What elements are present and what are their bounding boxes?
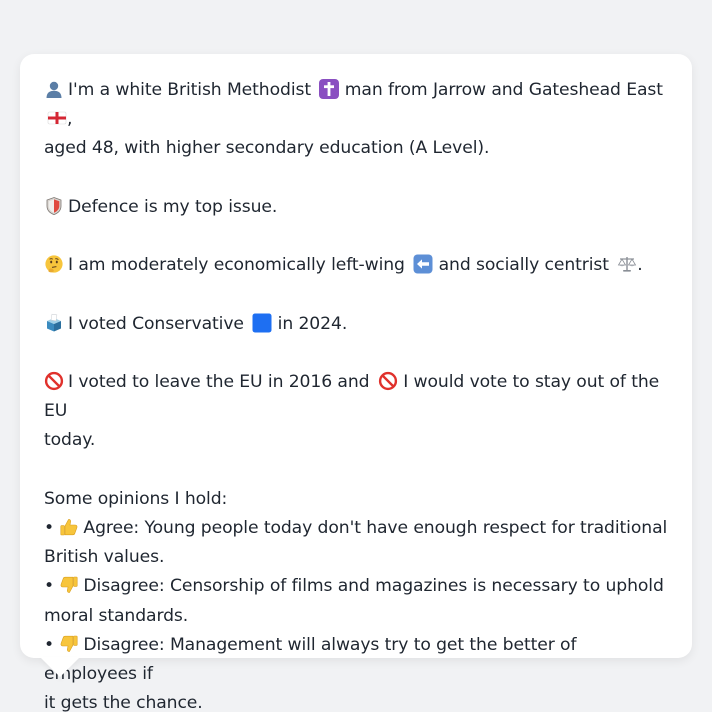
opinion-text-2: British values.	[44, 547, 165, 568]
vote-2024-paragraph: I voted Conservative in 2024.	[44, 310, 668, 339]
thumbs-down-icon	[59, 575, 79, 595]
bubble-tail	[40, 657, 80, 677]
opinion-text-1: Young people today don't have enough res…	[144, 517, 668, 538]
opinion-text-2: moral standards.	[44, 605, 189, 626]
message-bubble: I'm a white British Methodist man from J…	[20, 54, 692, 712]
person-silhouette-icon	[44, 79, 64, 99]
bullet: •	[44, 517, 55, 538]
eu-text-3: today.	[44, 430, 96, 451]
thinking-face-icon	[44, 254, 64, 274]
opinions-heading: Some opinions I hold:	[44, 488, 228, 509]
opinion-label: Disagree:	[83, 634, 165, 655]
ideology-text-2: and socially centrist	[438, 255, 609, 276]
prohibited-icon	[378, 371, 398, 391]
identity-text-2: man from Jarrow and Gateshead East	[344, 80, 663, 100]
top-issue-paragraph: Defence is my top issue.	[44, 193, 668, 222]
opinion-text-1: Censorship of films and magazines is nec…	[169, 576, 664, 597]
shield-icon	[44, 196, 64, 216]
thumbs-down-icon	[59, 634, 79, 654]
page: I'm a white British Methodist man from J…	[0, 0, 712, 712]
ideology-text-1: I am moderately economically left-wing	[68, 255, 405, 276]
ideology-paragraph: I am moderately economically left-wing a…	[44, 251, 668, 280]
identity-text-3: ,	[67, 109, 73, 130]
opinion-item: • Disagree: Management will always try t…	[44, 631, 668, 712]
bullet: •	[44, 576, 55, 597]
identity-text-1: I'm a white British Methodist	[68, 80, 311, 100]
bullet: •	[44, 634, 55, 655]
latin-cross-icon	[319, 79, 340, 99]
opinion-item: • Disagree: Censorship of films and maga…	[44, 572, 668, 630]
ballot-box-icon	[44, 313, 64, 333]
eu-paragraph: I voted to leave the EU in 2016 and I wo…	[44, 368, 668, 456]
opinion-label: Disagree:	[83, 576, 165, 597]
vote-2024-text-2: in 2024.	[277, 313, 348, 334]
identity-paragraph: I'm a white British Methodist man from J…	[44, 76, 668, 164]
vote-2024-text-1: I voted Conservative	[68, 313, 244, 334]
thumbs-up-icon	[59, 517, 79, 537]
balance-scale-icon	[617, 254, 637, 274]
england-flag-icon	[47, 108, 67, 128]
left-arrow-icon	[413, 254, 433, 274]
blue-square-icon	[252, 313, 272, 333]
prohibited-icon	[44, 371, 64, 391]
eu-text-1: I voted to leave the EU in 2016 and	[68, 371, 370, 392]
ideology-text-3: .	[637, 255, 643, 276]
opinion-label: Agree:	[83, 517, 140, 538]
opinion-text-2: it gets the chance.	[44, 693, 203, 712]
identity-text-4: aged 48, with higher secondary education…	[44, 138, 490, 159]
opinion-item: • Agree: Young people today don't have e…	[44, 514, 668, 572]
top-issue-text: Defence is my top issue.	[68, 196, 278, 217]
